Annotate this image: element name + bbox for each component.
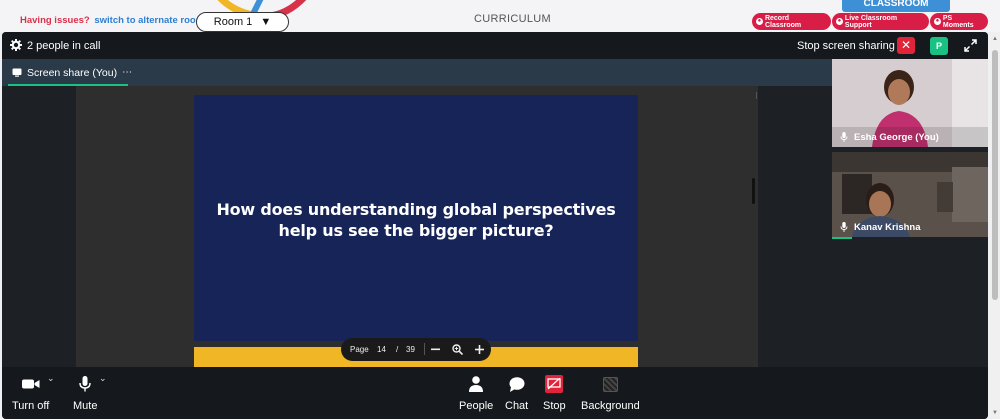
- gear-icon[interactable]: [10, 39, 22, 51]
- microphone-icon: [840, 222, 848, 232]
- zoom-reset-icon[interactable]: [452, 344, 463, 355]
- background-icon: [602, 376, 618, 392]
- tab-screen-share[interactable]: Screen share (You) ⋯: [8, 59, 137, 86]
- mic-options-chevron-icon[interactable]: ⌄: [99, 373, 107, 384]
- stop-share-button[interactable]: Stop: [543, 373, 566, 412]
- page-navigator: Page 14 / 39: [341, 338, 491, 361]
- people-button[interactable]: People: [459, 373, 493, 412]
- camera-options-chevron-icon[interactable]: ⌄: [47, 373, 55, 384]
- mute-button[interactable]: Mute: [73, 373, 97, 412]
- stage-scroll-tick: [756, 92, 757, 99]
- camera-button[interactable]: Turn off: [12, 373, 49, 412]
- chat-button[interactable]: Chat: [505, 373, 528, 412]
- microphone-icon: [840, 132, 848, 142]
- people-label: People: [459, 400, 494, 412]
- support-icon: ●: [836, 18, 843, 25]
- classroom-tab[interactable]: CLASSROOM: [842, 0, 950, 12]
- caret-down-icon: ▼: [260, 16, 272, 28]
- chat-bubble-icon: [509, 376, 525, 392]
- room-select-value: Room 1: [213, 16, 253, 28]
- shared-screen: How does understanding global perspectiv…: [76, 86, 758, 369]
- scroll-down-arrow-icon[interactable]: ▼: [992, 410, 998, 416]
- participant-avatar[interactable]: P: [930, 37, 948, 55]
- more-options-icon[interactable]: ⋯: [122, 67, 133, 78]
- app-root: Having issues? switch to alternate room …: [0, 0, 1000, 419]
- stop-screen-share-icon: [545, 375, 564, 393]
- share-tabs: Screen share (You) ⋯: [2, 59, 832, 86]
- slide-question: How does understanding global perspectiv…: [216, 199, 615, 241]
- people-count: 2 people in call: [27, 40, 101, 52]
- record-classroom-button[interactable]: ● Record Classroom: [752, 13, 831, 30]
- microphone-icon: [79, 376, 91, 392]
- stop-label: Stop: [543, 400, 566, 412]
- participant-tile[interactable]: Kanav Krishna: [832, 152, 988, 237]
- live-support-label: Live Classroom Support: [844, 14, 898, 29]
- stage-scroll-thumb[interactable]: [752, 178, 755, 204]
- person-icon: [469, 376, 484, 392]
- stop-sharing-button[interactable]: ✕: [897, 37, 915, 54]
- page-scrollbar[interactable]: ▲ ▼: [990, 32, 1000, 419]
- camera-label: Turn off: [12, 400, 50, 412]
- curriculum-tab[interactable]: CURRICULUM: [474, 13, 551, 25]
- participant-name: Esha George (You): [854, 131, 939, 143]
- participant-name-bar: Kanav Krishna: [832, 217, 988, 237]
- zoom-in-icon[interactable]: [475, 345, 484, 354]
- record-icon: ●: [756, 18, 763, 25]
- slide-line-1: How does understanding global perspectiv…: [216, 199, 616, 219]
- participant-name: Kanav Krishna: [854, 221, 921, 233]
- issues-text: Having issues?: [20, 15, 90, 26]
- fullscreen-icon[interactable]: [964, 39, 977, 52]
- stop-sharing-label: Stop screen sharing: [797, 40, 895, 52]
- slide-line-2: help us see the bigger picture?: [278, 220, 554, 240]
- participant-tile[interactable]: Esha George (You): [832, 59, 988, 147]
- ps-moments-button[interactable]: ● PS Moments: [930, 13, 988, 30]
- pager-divider: [424, 343, 425, 355]
- room-select[interactable]: Room 1 ▼: [196, 12, 289, 32]
- zoom-out-icon[interactable]: [431, 348, 440, 351]
- record-classroom-label: Record Classroom: [764, 14, 802, 29]
- top-bar: Having issues? switch to alternate room …: [0, 0, 1000, 32]
- chat-label: Chat: [505, 400, 529, 412]
- page-current-input[interactable]: 14: [377, 345, 386, 354]
- page-separator: /: [396, 345, 399, 354]
- presentation-slide: How does understanding global perspectiv…: [194, 95, 638, 341]
- call-header: 2 people in call Stop screen sharing ✕ P: [2, 32, 988, 59]
- video-camera-icon: [21, 379, 40, 389]
- close-icon: ✕: [900, 38, 912, 52]
- speaking-indicator: [832, 237, 852, 239]
- call-controls: Turn off ⌄ Mute ⌄ People Chat Stop Backg…: [2, 367, 988, 419]
- background-button[interactable]: Background: [581, 373, 640, 412]
- issues-notice: Having issues? switch to alternate room: [20, 15, 204, 26]
- tab-screen-share-label: Screen share (You): [27, 66, 118, 79]
- alternate-room-link[interactable]: switch to alternate room: [94, 15, 204, 26]
- ps-moments-label: PS Moments: [942, 14, 974, 29]
- page-total: 39: [406, 345, 415, 354]
- moments-icon: ●: [934, 18, 941, 25]
- scrollbar-thumb[interactable]: [992, 50, 998, 300]
- screen-share-icon: [12, 68, 22, 77]
- mute-label: Mute: [73, 400, 98, 412]
- video-call-panel: 2 people in call Stop screen sharing ✕ P…: [2, 32, 988, 419]
- live-support-button[interactable]: ● Live Classroom Support: [832, 13, 929, 30]
- participant-name-bar: Esha George (You): [832, 127, 988, 147]
- scroll-up-arrow-icon[interactable]: ▲: [992, 36, 998, 42]
- background-label: Background: [581, 400, 640, 412]
- page-label: Page: [350, 345, 369, 354]
